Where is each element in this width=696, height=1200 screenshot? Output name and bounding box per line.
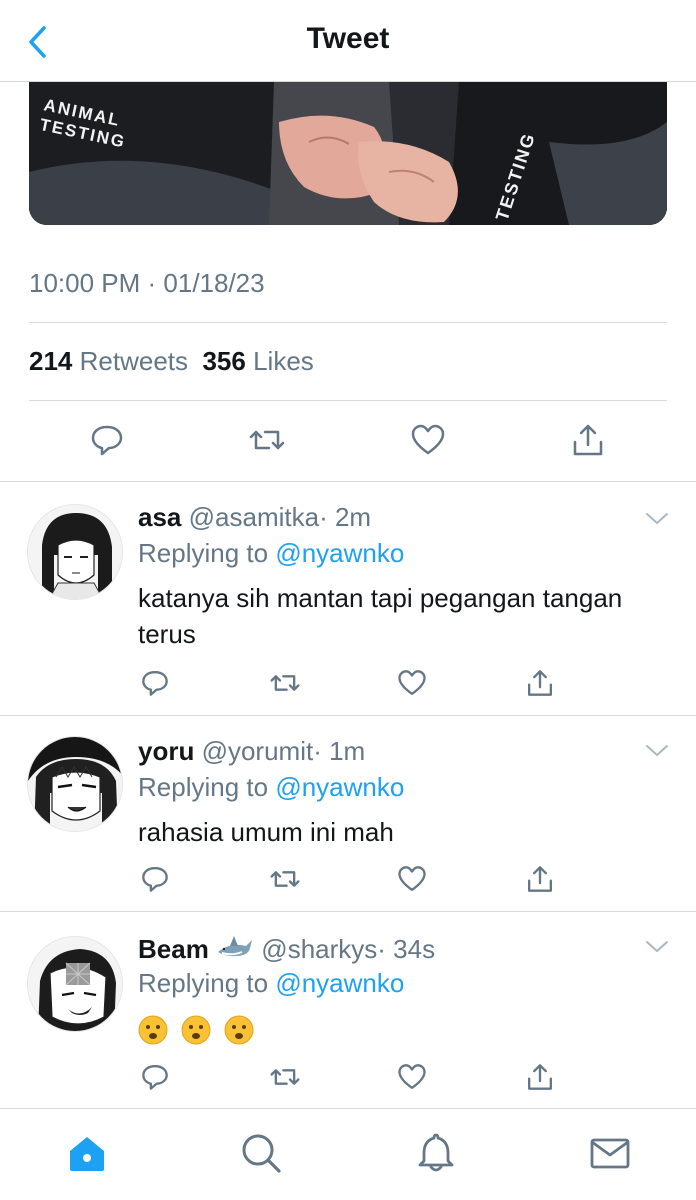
chevron-down-icon xyxy=(646,941,668,952)
reply-tweet[interactable]: asa @asamitka· 2m Replying to @nyawnko k… xyxy=(0,482,696,715)
page-title: Tweet xyxy=(306,22,390,55)
share-icon xyxy=(528,1064,552,1090)
user-handle[interactable]: @sharkys xyxy=(261,934,377,964)
frowning-face-emoji xyxy=(181,1015,211,1045)
reply-time: · 2m xyxy=(319,502,372,532)
share-icon xyxy=(528,670,552,696)
retweet-icon xyxy=(270,1069,300,1085)
shark-icon xyxy=(218,936,253,957)
share-button[interactable] xyxy=(523,1060,557,1094)
speech-bubble-icon xyxy=(142,1065,168,1090)
tab-home[interactable] xyxy=(65,1131,109,1175)
reply-time: · 1m xyxy=(313,736,366,766)
retweet-button[interactable] xyxy=(268,1060,302,1094)
reply-actions xyxy=(0,666,696,700)
likes-label: Likes xyxy=(253,346,314,376)
retweet-button[interactable] xyxy=(268,666,302,700)
frowning-face-emoji xyxy=(224,1015,254,1045)
share-button[interactable] xyxy=(568,418,608,462)
display-name[interactable]: Beam xyxy=(138,934,209,964)
tweet-timestamp: 10:00 PM · 01/18/23 xyxy=(29,268,265,298)
retweets-count: 214 xyxy=(29,346,73,376)
reply-actions xyxy=(0,1060,696,1094)
reply-button[interactable] xyxy=(138,1060,172,1094)
retweet-icon xyxy=(249,430,285,450)
reply-emojis xyxy=(138,1010,678,1046)
like-button[interactable] xyxy=(395,862,429,896)
retweet-icon xyxy=(270,675,300,691)
reply-header: asa @asamitka· 2m xyxy=(138,502,371,533)
replying-prefix: Replying to xyxy=(138,538,269,568)
likes-stat[interactable]: 356 Likes xyxy=(202,346,313,376)
mention-link[interactable]: @nyawnko xyxy=(275,968,404,998)
mention-link[interactable]: @nyawnko xyxy=(275,772,404,802)
reply-header: Beam @sharkys· 34s xyxy=(138,932,435,965)
speech-bubble-icon xyxy=(142,867,168,892)
share-icon xyxy=(528,866,552,892)
replying-prefix: Replying to xyxy=(138,772,269,802)
retweet-icon xyxy=(270,871,300,887)
divider xyxy=(29,400,667,401)
top-bar: Tweet xyxy=(0,0,696,82)
reply-button[interactable] xyxy=(87,418,127,462)
replying-to: Replying to @nyawnko xyxy=(138,968,404,999)
like-button[interactable] xyxy=(408,418,448,462)
avatar[interactable] xyxy=(27,736,123,832)
replying-to: Replying to @nyawnko xyxy=(138,538,404,569)
search-icon xyxy=(242,1134,281,1173)
more-options-button[interactable] xyxy=(644,510,670,528)
avatar[interactable] xyxy=(27,936,123,1032)
retweet-button[interactable] xyxy=(247,418,287,462)
speech-bubble-icon xyxy=(142,671,168,696)
heart-icon xyxy=(398,1064,426,1089)
heart-icon xyxy=(398,866,426,891)
share-icon xyxy=(573,424,603,456)
retweets-stat[interactable]: 214 Retweets xyxy=(29,346,188,376)
mail-icon xyxy=(590,1138,630,1169)
bell-icon xyxy=(418,1133,454,1172)
reply-header: yoru @yorumit· 1m xyxy=(138,736,365,767)
reply-text: katanya sih mantan tapi pegangan tangan … xyxy=(138,583,623,649)
tab-notifications[interactable] xyxy=(414,1131,458,1175)
chevron-down-icon xyxy=(646,513,668,524)
chevron-down-icon xyxy=(646,745,668,756)
display-name[interactable]: yoru xyxy=(138,736,194,766)
frowning-face-emoji xyxy=(138,1015,168,1045)
tab-messages[interactable] xyxy=(588,1131,632,1175)
more-options-button[interactable] xyxy=(644,938,670,956)
home-icon xyxy=(70,1137,104,1171)
likes-count: 356 xyxy=(202,346,246,376)
divider xyxy=(29,322,667,323)
avatar[interactable] xyxy=(27,504,123,600)
tab-search[interactable] xyxy=(239,1131,283,1175)
share-button[interactable] xyxy=(523,862,557,896)
tweet-stats: 214 Retweets 356 Likes xyxy=(29,346,314,377)
more-options-button[interactable] xyxy=(644,742,670,760)
reply-button[interactable] xyxy=(138,862,172,896)
speech-bubble-icon xyxy=(91,425,123,456)
user-handle[interactable]: @yorumit xyxy=(202,736,314,766)
reply-tweet[interactable]: Beam @sharkys· 34s Replying to @nyawnko xyxy=(0,912,696,1108)
reply-time: · 34s xyxy=(377,934,436,964)
reply-button[interactable] xyxy=(138,666,172,700)
heart-icon xyxy=(411,424,445,455)
replying-prefix: Replying to xyxy=(138,968,269,998)
like-button[interactable] xyxy=(395,1060,429,1094)
user-handle[interactable]: @asamitka xyxy=(189,502,319,532)
mention-link[interactable]: @nyawnko xyxy=(275,538,404,568)
replying-to: Replying to @nyawnko xyxy=(138,772,404,803)
tweet-image[interactable]: ANIMAL TESTING TESTING xyxy=(29,82,667,225)
retweet-button[interactable] xyxy=(268,862,302,896)
heart-icon xyxy=(398,670,426,695)
retweets-label: Retweets xyxy=(79,346,189,376)
reply-tweet[interactable]: yoru @yorumit· 1m Replying to @nyawnko r… xyxy=(0,716,696,911)
share-button[interactable] xyxy=(523,666,557,700)
tweet-actions xyxy=(0,418,696,462)
bottom-tab-bar xyxy=(0,1108,696,1200)
display-name[interactable]: asa xyxy=(138,502,181,532)
reply-actions xyxy=(0,862,696,896)
like-button[interactable] xyxy=(395,666,429,700)
reply-text: rahasia umum ini mah xyxy=(138,817,394,847)
